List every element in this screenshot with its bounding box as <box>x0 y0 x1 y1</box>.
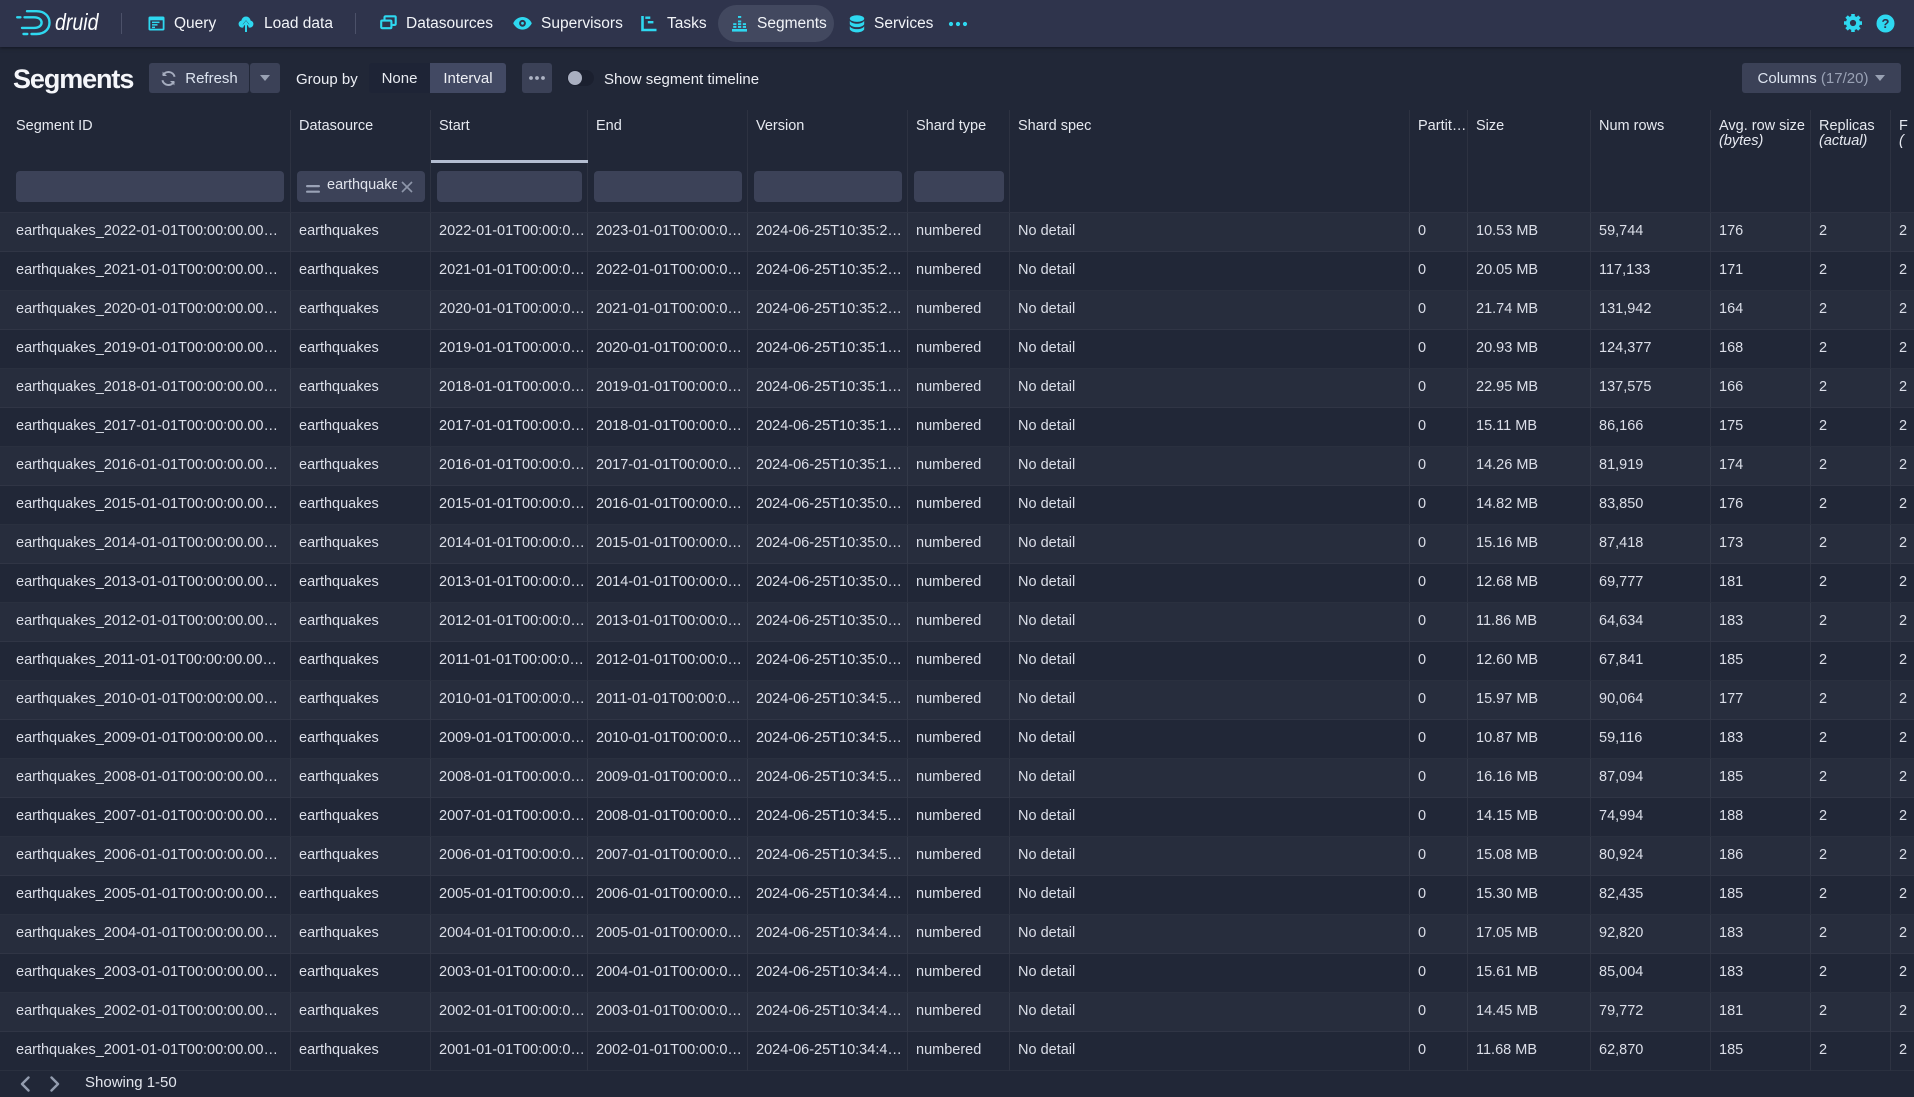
svg-text:?: ? <box>1882 16 1890 31</box>
